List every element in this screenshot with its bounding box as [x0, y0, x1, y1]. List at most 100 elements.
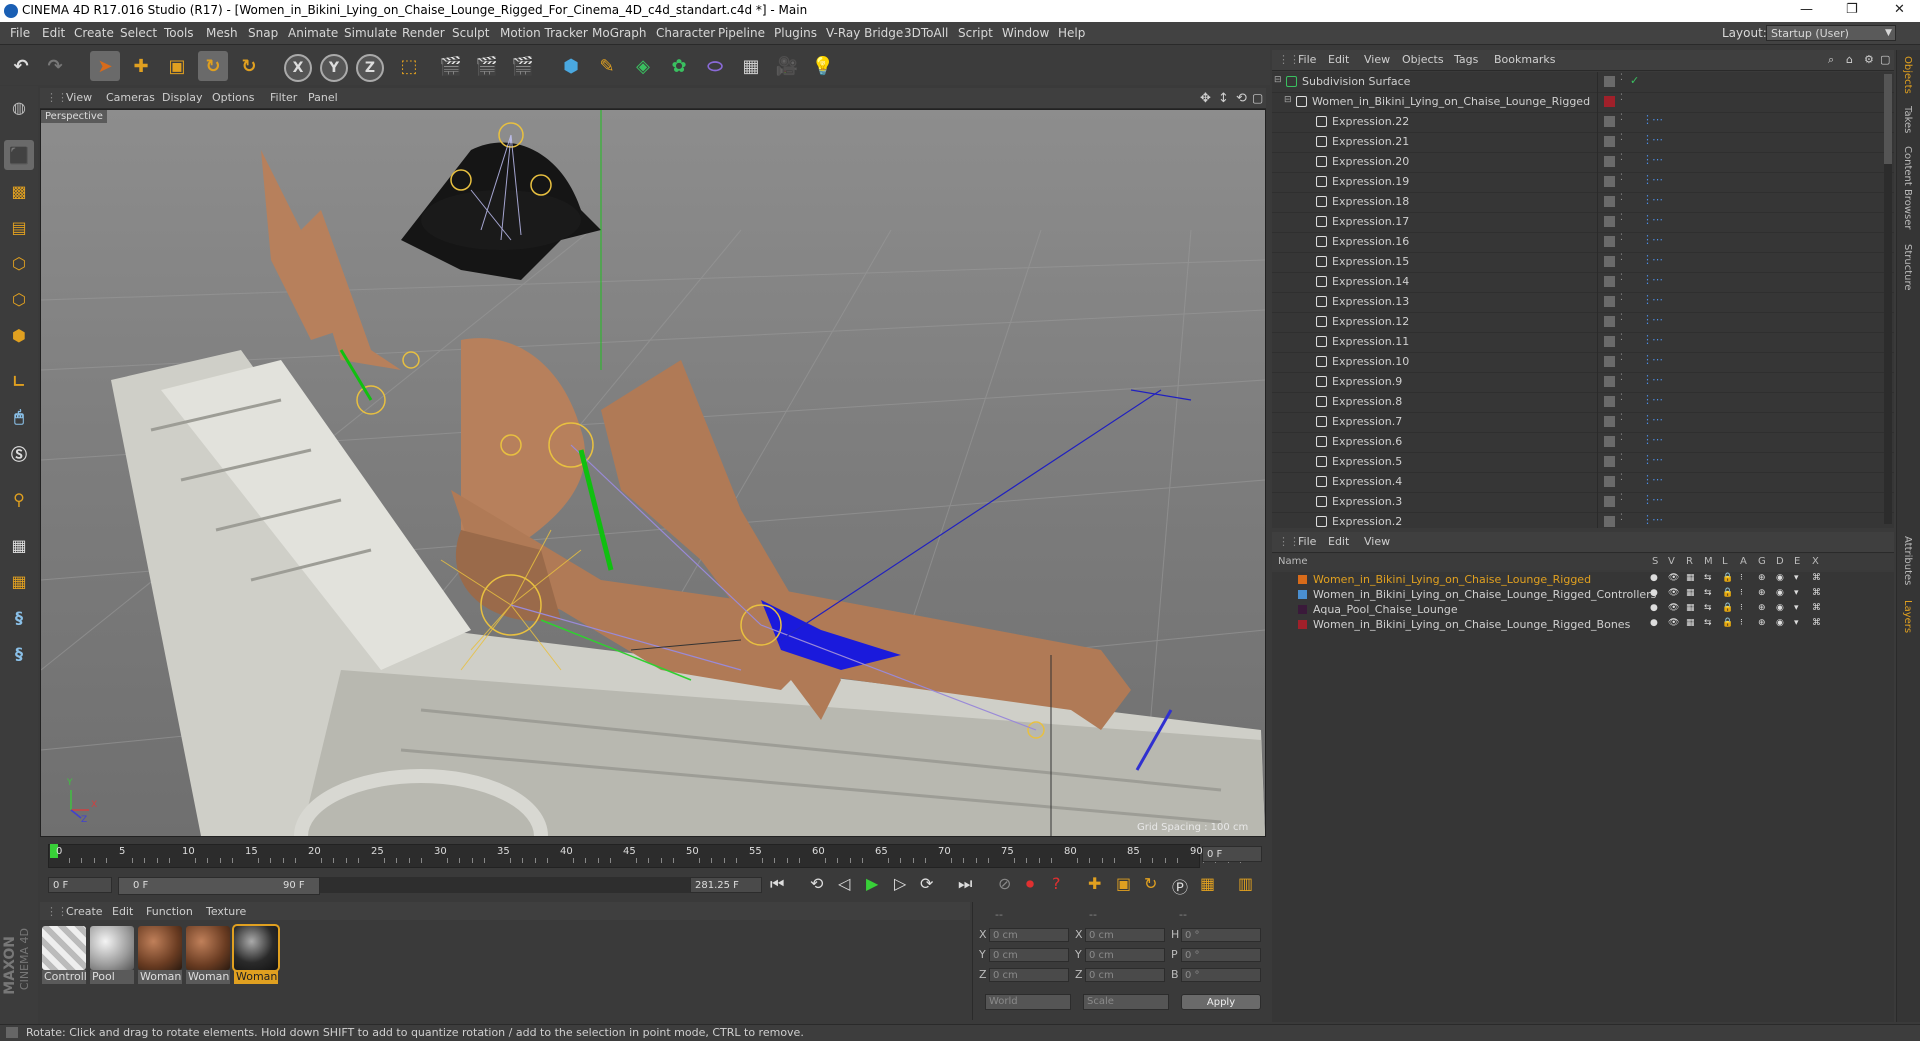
layer-row[interactable]: Women_in_Bikini_Lying_on_Chaise_Lounge_R…: [1272, 587, 1894, 602]
pen-spline-button[interactable]: ✎: [592, 51, 622, 81]
timeline-ruler[interactable]: 0 5 10 15 20 25 30 35 40 45 50 55 60 65 70 75 80 85 90 0 F: [40, 840, 1266, 876]
expression-tag-icon[interactable]: ⋮⋯: [1642, 133, 1663, 146]
tag-icon[interactable]: [1604, 256, 1615, 267]
tab-objects[interactable]: Objects: [1902, 56, 1913, 94]
tag-icon[interactable]: [1604, 216, 1615, 227]
tag-icon[interactable]: [1604, 436, 1615, 447]
menu-render[interactable]: Render: [402, 26, 445, 40]
material-swatch[interactable]: Pool: [90, 926, 134, 986]
menu-pipeline[interactable]: Pipeline: [718, 26, 765, 40]
maximize-view-icon[interactable]: ▢: [1252, 91, 1263, 105]
scale-tool-button[interactable]: ▣: [162, 51, 192, 81]
subdivision-surface-button[interactable]: ◈: [628, 51, 658, 81]
points-mode-button[interactable]: ⬡: [4, 248, 34, 278]
menu-plugins[interactable]: Plugins: [774, 26, 817, 40]
render-picture-viewer-button[interactable]: 🎬: [472, 51, 502, 81]
deformer-icon[interactable]: ◉: [1776, 618, 1784, 628]
coordinate-system-button[interactable]: ⬚: [394, 51, 424, 81]
size-mode-dropdown[interactable]: Scale: [1083, 994, 1169, 1010]
menu-mograph[interactable]: MoGraph: [592, 26, 647, 40]
expression-tag-icon[interactable]: ⋮⋯: [1642, 113, 1663, 126]
solo-icon[interactable]: ●: [1650, 588, 1658, 598]
make-editable-button[interactable]: ◍: [4, 92, 34, 122]
tab-layers[interactable]: Layers: [1902, 600, 1913, 633]
floor-button[interactable]: ▦: [736, 51, 766, 81]
visibility-dots-icon[interactable]: ⁚: [1620, 433, 1623, 443]
menu-vray-bridge[interactable]: V-Ray Bridge: [826, 26, 903, 40]
position-y-field[interactable]: 0 cm: [989, 948, 1069, 962]
object-row-expression[interactable]: Expression.9 ⁚ ⋮⋯: [1272, 372, 1894, 393]
start-frame-field[interactable]: 0 F: [48, 877, 112, 893]
expression-tag-icon[interactable]: ⋮⋯: [1642, 173, 1663, 186]
object-row-expression[interactable]: Expression.20 ⁚ ⋮⋯: [1272, 152, 1894, 173]
visibility-dots-icon[interactable]: ⁚: [1620, 413, 1623, 423]
key-position-button[interactable]: ✚: [1088, 874, 1101, 893]
key-parameter-button[interactable]: Ⓟ: [1172, 874, 1188, 898]
expression-tag-icon[interactable]: ⋮⋯: [1642, 193, 1663, 206]
collapse-toggle-icon[interactable]: ⊟: [1274, 75, 1282, 85]
menu-window[interactable]: Window: [1002, 26, 1049, 40]
rotation-h-field[interactable]: 0 °: [1181, 928, 1261, 942]
expression-tag-icon[interactable]: ⋮⋯: [1642, 253, 1663, 266]
visibility-dots-icon[interactable]: ⁚: [1620, 273, 1623, 283]
tag-icon[interactable]: [1604, 456, 1615, 467]
lock-icon[interactable]: 🔒: [1722, 618, 1733, 628]
position-z-field[interactable]: 0 cm: [989, 968, 1069, 982]
tag-icon[interactable]: [1604, 236, 1615, 247]
visibility-dots-icon[interactable]: ⁚: [1620, 373, 1623, 383]
size-z-field[interactable]: 0 cm: [1085, 968, 1165, 982]
size-y-field[interactable]: 0 cm: [1085, 948, 1165, 962]
viewport-menu-display[interactable]: Display: [162, 91, 203, 104]
object-menu-edit[interactable]: Edit: [1328, 53, 1349, 66]
render-settings-button[interactable]: 🎬: [508, 51, 538, 81]
visibility-dots-icon[interactable]: ⁚: [1620, 453, 1623, 463]
eye-icon[interactable]: 👁: [1668, 573, 1679, 583]
object-row-expression[interactable]: Expression.2 ⁚ ⋮⋯: [1272, 512, 1894, 528]
visibility-dots-icon[interactable]: ⁚: [1620, 93, 1623, 103]
viewport-menu-filter[interactable]: Filter: [270, 91, 297, 104]
lock-icon[interactable]: 🔒: [1722, 573, 1733, 583]
cube-object-button[interactable]: ⬢: [556, 51, 586, 81]
next-frame-button[interactable]: ▷: [894, 874, 906, 893]
redo-button[interactable]: ↷: [40, 51, 70, 81]
maximize-button[interactable]: ❐: [1846, 2, 1858, 17]
object-row-expression[interactable]: Expression.7 ⁚ ⋮⋯: [1272, 412, 1894, 433]
solo-icon[interactable]: ●: [1650, 573, 1658, 583]
material-swatch[interactable]: Controll: [42, 926, 86, 986]
menu-mesh[interactable]: Mesh: [206, 26, 238, 40]
object-menu-view[interactable]: View: [1364, 53, 1390, 66]
object-row-expression[interactable]: Expression.4 ⁚ ⋮⋯: [1272, 472, 1894, 493]
menu-3dtoall[interactable]: 3DToAll: [904, 26, 948, 40]
manager-icon[interactable]: ⇆: [1704, 618, 1712, 628]
zoom-view-icon[interactable]: ↕: [1218, 91, 1229, 106]
material-menu-create[interactable]: Create: [66, 905, 103, 918]
animation-icon[interactable]: ⁝: [1740, 618, 1743, 628]
move-tool-button[interactable]: ✚: [126, 51, 156, 81]
visibility-dots-icon[interactable]: ⁚: [1620, 353, 1623, 363]
end-frame-field[interactable]: 281.25 F: [690, 877, 762, 893]
tab-structure[interactable]: Structure: [1902, 244, 1913, 291]
menu-help[interactable]: Help: [1058, 26, 1085, 40]
tag-icon[interactable]: [1604, 476, 1615, 487]
polygons-mode-button[interactable]: ⬢: [4, 320, 34, 350]
tag-icon[interactable]: [1604, 176, 1615, 187]
layer-menu-edit[interactable]: Edit: [1328, 535, 1349, 548]
workplane-mode-button[interactable]: ▤: [4, 212, 34, 242]
tag-icon[interactable]: [1604, 516, 1615, 527]
visibility-dots-icon[interactable]: ⁚: [1620, 153, 1623, 163]
minimize-button[interactable]: —: [1800, 2, 1813, 17]
object-row-expression[interactable]: Expression.8 ⁚ ⋮⋯: [1272, 392, 1894, 413]
range-track[interactable]: [320, 877, 722, 893]
key-rotation-button[interactable]: ↻: [1144, 874, 1157, 893]
go-to-end-button[interactable]: ⏭: [958, 874, 972, 894]
visibility-dots-icon[interactable]: ⁚: [1620, 253, 1623, 263]
expression-icon[interactable]: ▾: [1794, 603, 1799, 613]
home-icon[interactable]: ⌂: [1846, 53, 1853, 66]
render-icon[interactable]: ▦: [1686, 603, 1695, 613]
rotation-p-field[interactable]: 0 °: [1181, 948, 1261, 962]
tag-icon[interactable]: [1604, 196, 1615, 207]
collapse-toggle-icon[interactable]: ⊟: [1284, 95, 1292, 105]
material-menu-edit[interactable]: Edit: [112, 905, 133, 918]
deformer-icon[interactable]: ◉: [1776, 588, 1784, 598]
tag-icon[interactable]: [1604, 356, 1615, 367]
